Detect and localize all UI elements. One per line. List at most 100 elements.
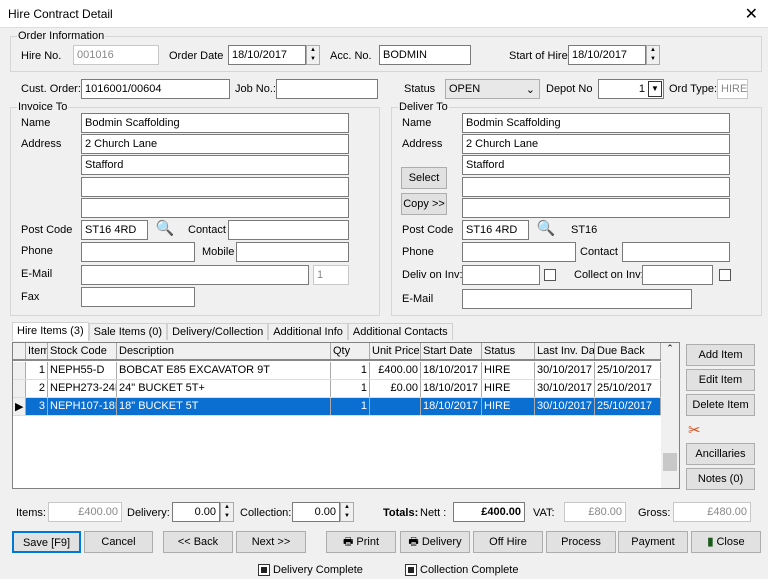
table-row[interactable]: ▶ 3 NEPH107-18B 18" BUCKET 5T 1 18/10/2017 HIR… <box>13 398 661 416</box>
scrollbar-thumb[interactable] <box>663 453 677 471</box>
collect-on-inv-field[interactable] <box>642 265 713 285</box>
table-cell: 30/10/2017 <box>535 380 595 397</box>
job-no-field[interactable] <box>276 79 378 99</box>
delivery-button-label: Delivery <box>421 536 462 548</box>
copy-button[interactable]: Copy >> <box>401 193 447 215</box>
acc-no-field[interactable]: BODMIN <box>379 45 471 65</box>
delete-item-button[interactable]: Delete Item <box>686 394 755 416</box>
close-icon[interactable]: ✕ <box>745 4 758 24</box>
column-header[interactable]: Due Back <box>595 343 661 359</box>
invoice-address-4[interactable] <box>81 198 349 218</box>
row-indicator[interactable] <box>13 362 26 379</box>
column-header[interactable]: Stock Code <box>48 343 117 359</box>
deliver-address-1[interactable]: 2 Church Lane <box>462 134 730 154</box>
hire-no-field[interactable]: 001016 <box>73 45 159 65</box>
tools-icon[interactable]: ✂ <box>688 421 701 439</box>
add-item-button[interactable]: Add Item <box>686 344 755 366</box>
scrollbar[interactable]: ⌃ <box>661 343 679 488</box>
cust-order-field[interactable]: 1016001/00604 <box>81 79 230 99</box>
deliver-contact-field[interactable] <box>622 242 730 262</box>
deliver-address-2[interactable]: Stafford <box>462 155 730 175</box>
delivery-charge-field[interactable]: 0.00 <box>172 502 220 522</box>
invoice-name-field[interactable]: Bodmin Scaffolding <box>81 113 349 133</box>
edit-item-button[interactable]: Edit Item <box>686 369 755 391</box>
deliver-postcode-field[interactable]: ST16 4RD <box>462 220 529 240</box>
tab-sale-items[interactable]: Sale Items (0) <box>88 323 168 340</box>
deliver-address-3[interactable] <box>462 177 730 197</box>
start-of-hire-spinner[interactable]: ▲ ▼ <box>646 45 660 65</box>
invoice-mobile-field[interactable] <box>236 242 349 262</box>
ord-type-field[interactable]: HIRE <box>717 79 748 99</box>
invoice-postcode-field[interactable]: ST16 4RD <box>81 220 148 240</box>
cancel-button[interactable]: Cancel <box>84 531 153 553</box>
collection-charge-field[interactable]: 0.00 <box>292 502 340 522</box>
invoice-phone-field[interactable] <box>81 242 195 262</box>
column-header[interactable]: Description <box>117 343 331 359</box>
order-date-field[interactable]: 18/10/2017 <box>228 45 306 65</box>
close-button[interactable]: ▮ Close <box>691 531 761 553</box>
off-hire-button[interactable]: Off Hire <box>473 531 543 553</box>
invoice-address-2[interactable]: Stafford <box>81 155 349 175</box>
deliver-phone-field[interactable] <box>462 242 576 262</box>
column-header[interactable]: Qty <box>331 343 370 359</box>
search-icon[interactable]: 🔍 <box>535 219 557 241</box>
column-header[interactable]: Start Date <box>421 343 482 359</box>
payment-button[interactable]: Payment <box>618 531 688 553</box>
ancillaries-button[interactable]: Ancillaries <box>686 443 755 465</box>
deliv-on-inv-field[interactable] <box>462 265 540 285</box>
search-icon[interactable]: 🔍 <box>154 219 176 241</box>
notes-button[interactable]: Notes (0) <box>686 468 755 490</box>
tab-additional-contacts[interactable]: Additional Contacts <box>347 323 453 340</box>
delivery-complete-checkbox[interactable] <box>258 564 270 576</box>
start-of-hire-field[interactable]: 18/10/2017 <box>568 45 646 65</box>
table-cell: 2 <box>26 380 48 397</box>
table-cell: £400.00 <box>370 362 421 379</box>
collect-on-inv-checkbox[interactable] <box>719 269 731 281</box>
invoice-email-field[interactable] <box>81 265 309 285</box>
status-label: Status <box>404 83 436 95</box>
table-cell: NEPH273-24B <box>48 380 117 397</box>
tab-additional-info[interactable]: Additional Info <box>268 323 348 340</box>
delivery-button[interactable]: 🖶 Delivery <box>400 531 470 553</box>
deliv-on-inv-checkbox[interactable] <box>544 269 556 281</box>
status-select[interactable]: OPEN ⌄ <box>445 79 540 99</box>
table-row[interactable]: 1 NEPH55-D BOBCAT E85 EXCAVATOR 9T 1 £400.00… <box>13 362 661 380</box>
deliver-email-field[interactable] <box>462 289 692 309</box>
collection-spinner[interactable]: ▲ ▼ <box>340 502 354 522</box>
order-date-spinner[interactable]: ▲ ▼ <box>306 45 320 65</box>
row-indicator[interactable]: ▶ <box>13 398 26 415</box>
table-cell: 1 <box>331 362 370 379</box>
table-cell: 25/10/2017 <box>595 380 661 397</box>
column-header[interactable]: Last Inv. Da <box>535 343 595 359</box>
invoice-address-1[interactable]: 2 Church Lane <box>81 134 349 154</box>
depot-select[interactable]: 1 ▼ <box>598 79 664 99</box>
print-button[interactable]: 🖶 Print <box>326 531 396 553</box>
back-button[interactable]: << Back <box>163 531 233 553</box>
next-button[interactable]: Next >> <box>236 531 306 553</box>
delivery-spinner[interactable]: ▲ ▼ <box>220 502 234 522</box>
invoice-contact-field[interactable] <box>228 220 349 240</box>
table-cell: HIRE <box>482 398 535 415</box>
collection-complete-checkbox[interactable] <box>405 564 417 576</box>
column-header[interactable]: Unit Price <box>370 343 421 359</box>
totals-label: Totals: <box>383 507 419 519</box>
group-label: Invoice To <box>17 101 69 113</box>
select-button[interactable]: Select <box>401 167 447 189</box>
postcode-label: Post Code <box>402 224 454 236</box>
process-button[interactable]: Process <box>546 531 616 553</box>
items-label: Items: <box>16 507 46 519</box>
table-cell: BOBCAT E85 EXCAVATOR 9T <box>117 362 331 379</box>
save-button[interactable]: Save [F9] <box>12 531 81 553</box>
deliver-address-4[interactable] <box>462 198 730 218</box>
invoice-fax-field[interactable] <box>81 287 195 307</box>
tab-hire-items[interactable]: Hire Items (3) <box>12 322 89 341</box>
invoice-address-3[interactable] <box>81 177 349 197</box>
tab-delivery-collection[interactable]: Delivery/Collection <box>167 323 269 340</box>
row-indicator[interactable] <box>13 380 26 397</box>
column-header[interactable]: Item <box>26 343 48 359</box>
acc-no-label: Acc. No. <box>330 50 372 62</box>
table-row[interactable]: 2 NEPH273-24B 24" BUCKET 5T+ 1 £0.00 18/10/20… <box>13 380 661 398</box>
deliver-name-field[interactable]: Bodmin Scaffolding <box>462 113 730 133</box>
order-date-label: Order Date <box>169 50 224 62</box>
column-header[interactable]: Status <box>482 343 535 359</box>
